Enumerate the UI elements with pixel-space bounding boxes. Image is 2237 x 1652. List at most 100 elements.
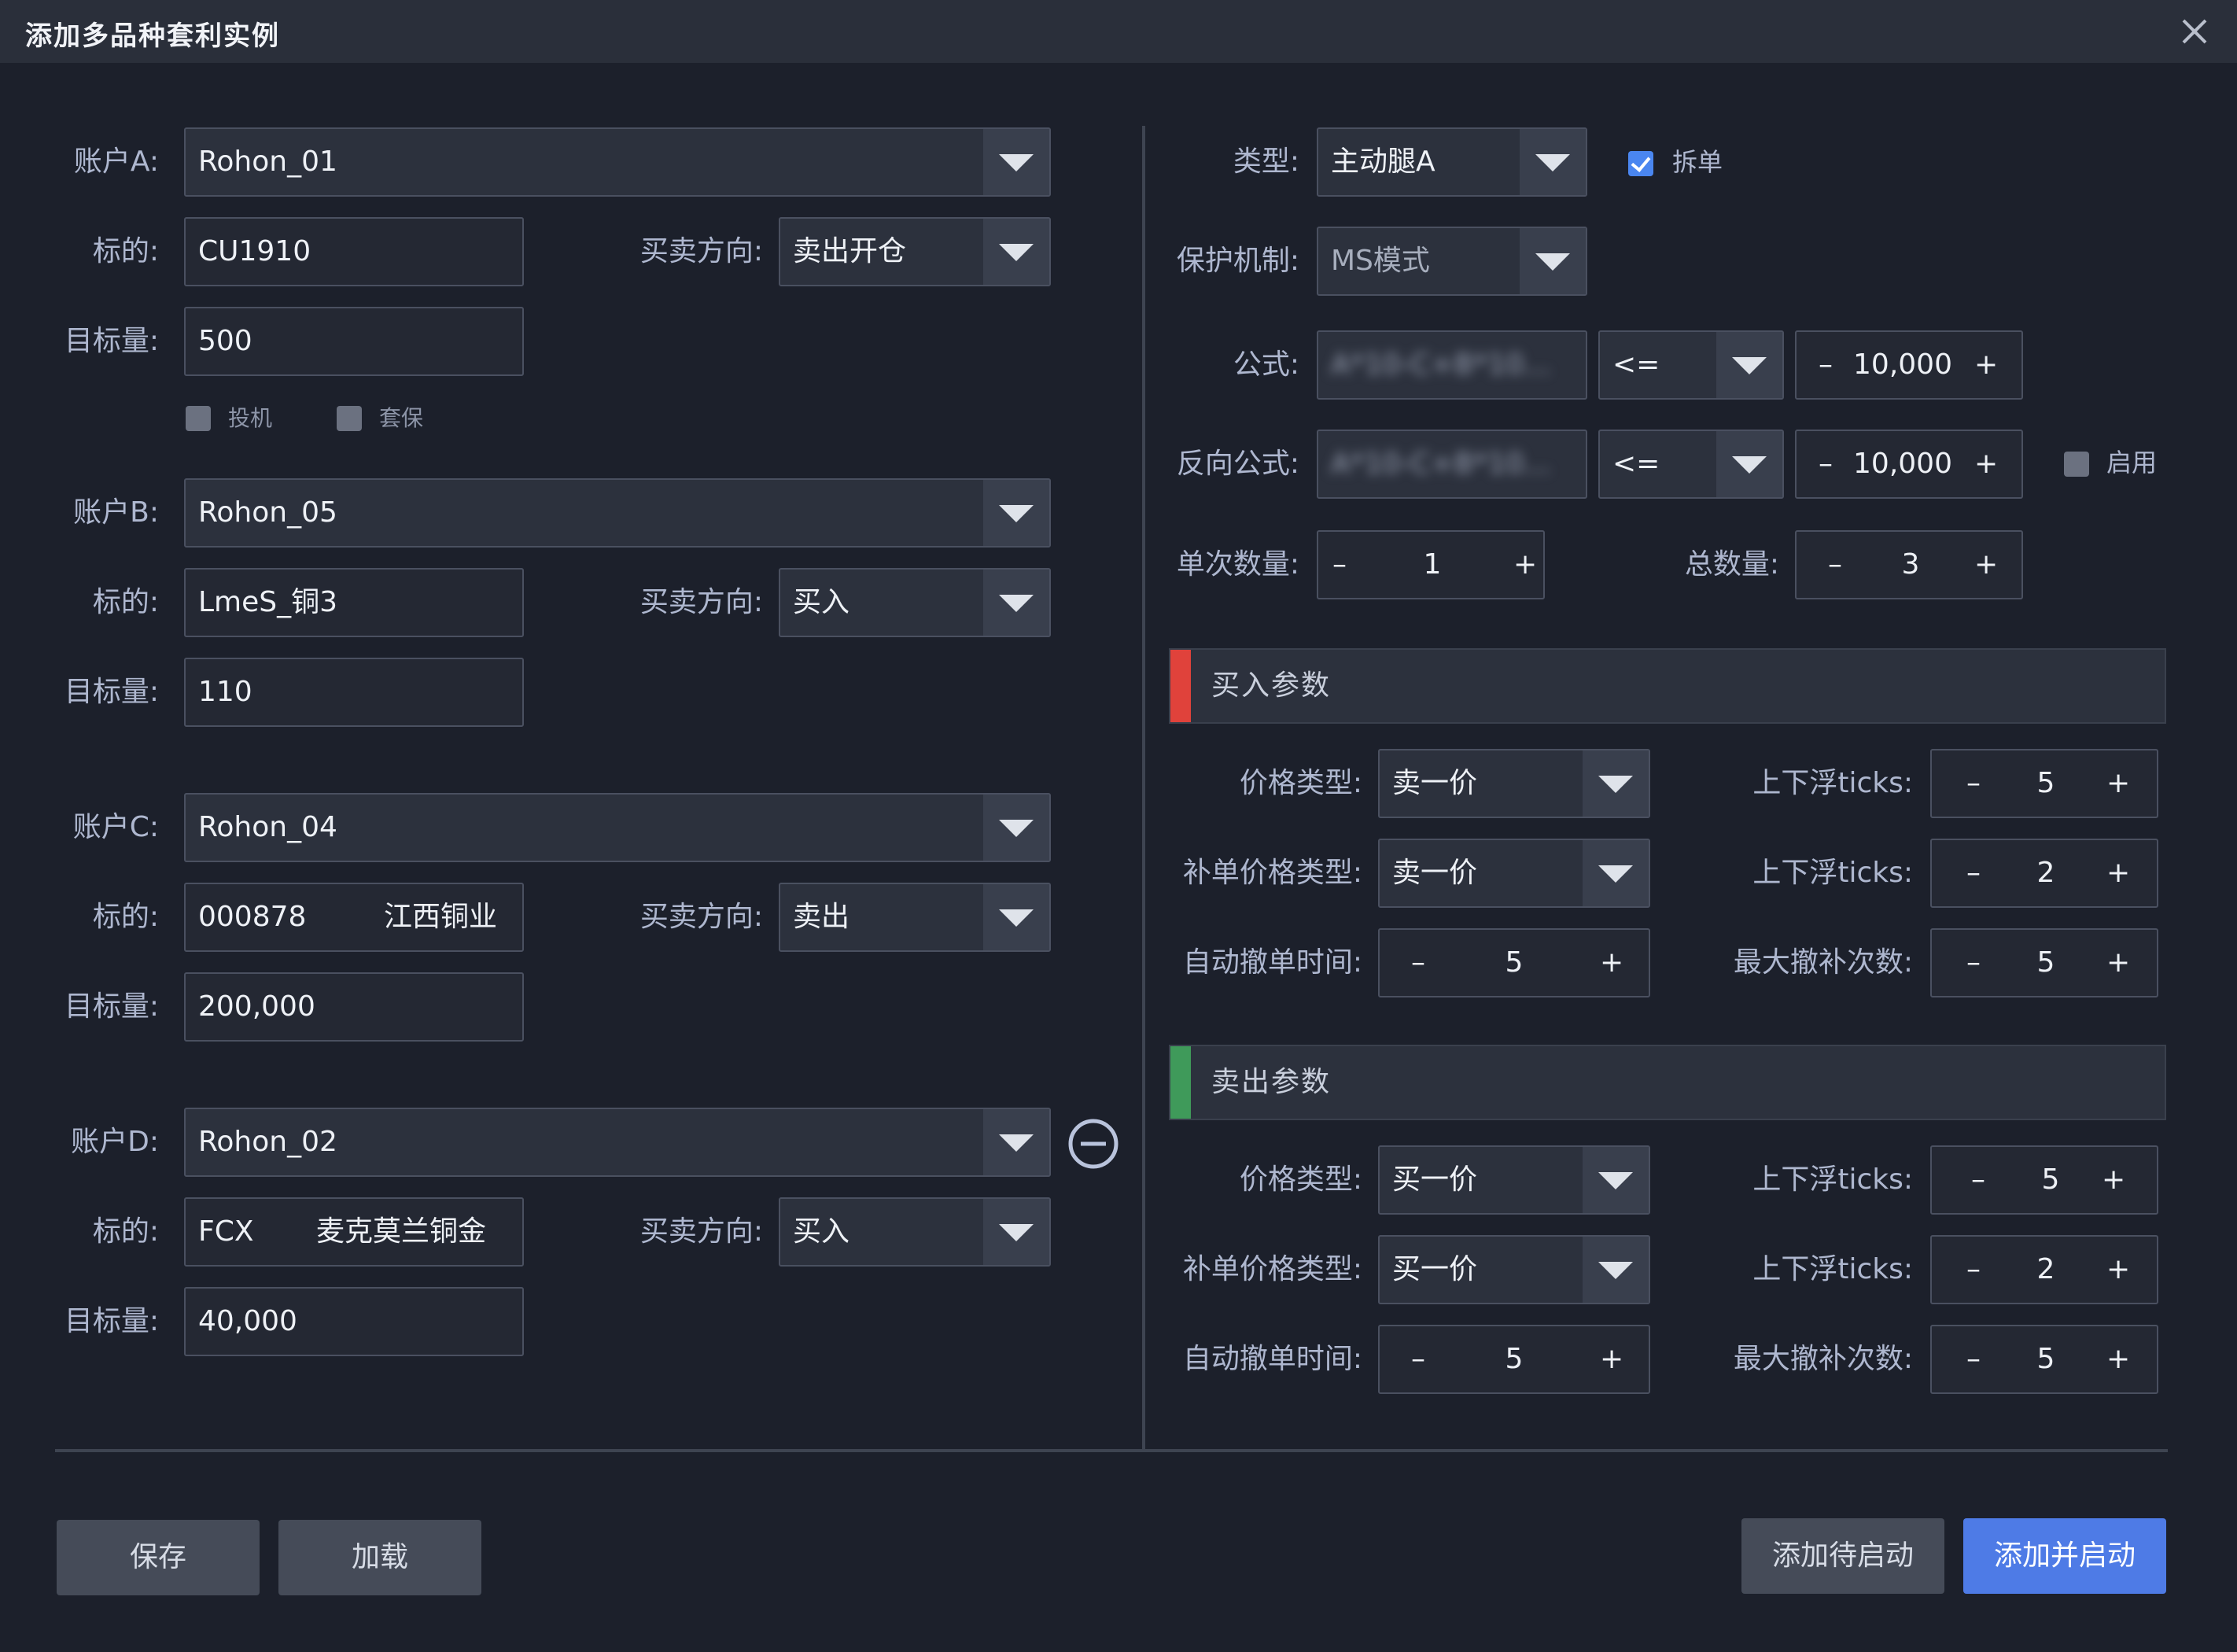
- buy-max-cancel-value[interactable]: 5: [1987, 930, 2105, 996]
- target-d-input[interactable]: 40,000: [184, 1287, 524, 1356]
- sell-refill-price-type-select[interactable]: 买一价: [1378, 1235, 1650, 1304]
- triangle-down-icon[interactable]: [1583, 1237, 1649, 1303]
- sell-price-type-select[interactable]: 买一价: [1378, 1145, 1650, 1215]
- add-pending-button[interactable]: 添加待启动: [1741, 1518, 1944, 1594]
- close-icon[interactable]: [2176, 13, 2213, 50]
- triangle-down-icon[interactable]: [1716, 332, 1782, 398]
- plus-button[interactable]: +: [2106, 840, 2130, 906]
- add-and-start-button[interactable]: 添加并启动: [1963, 1518, 2166, 1594]
- split-order-checkbox[interactable]: [1628, 151, 1653, 176]
- triangle-down-icon[interactable]: [983, 480, 1049, 546]
- buy-refill-price-type-select[interactable]: 卖一价: [1378, 839, 1650, 908]
- symbol-c-input[interactable]: 000878 江西铜业: [184, 883, 524, 952]
- triangle-down-icon[interactable]: [1716, 431, 1782, 497]
- buy-refill-ticks-value[interactable]: 2: [1987, 840, 2105, 906]
- account-d-select[interactable]: Rohon_02: [184, 1108, 1051, 1177]
- plus-button[interactable]: +: [1600, 1326, 1623, 1392]
- minus-button[interactable]: –: [1966, 1237, 1981, 1303]
- direction-c-select[interactable]: 卖出: [779, 883, 1051, 952]
- account-c-select[interactable]: Rohon_04: [184, 793, 1051, 862]
- enable-checkbox[interactable]: [2064, 452, 2089, 477]
- total-qty-value[interactable]: 3: [1852, 532, 1970, 598]
- reverse-threshold-stepper[interactable]: – 10,000 +: [1795, 430, 2023, 499]
- total-qty-stepper[interactable]: – 3 +: [1795, 530, 2023, 599]
- triangle-down-icon[interactable]: [1583, 750, 1649, 817]
- protect-select[interactable]: MS模式: [1317, 227, 1587, 296]
- buy-auto-cancel-value[interactable]: 5: [1450, 930, 1578, 996]
- direction-d-select[interactable]: 买入: [779, 1197, 1051, 1267]
- target-b-input[interactable]: 110: [184, 658, 524, 727]
- direction-a-select[interactable]: 卖出开仓: [779, 217, 1051, 286]
- load-button[interactable]: 加载: [278, 1520, 481, 1595]
- buy-ticks-stepper[interactable]: – 5 +: [1930, 749, 2158, 818]
- sell-ticks-stepper[interactable]: – 5 +: [1930, 1145, 2158, 1215]
- minus-button[interactable]: –: [1966, 840, 1981, 906]
- plus-button[interactable]: +: [1974, 431, 1998, 497]
- account-a-select[interactable]: Rohon_01: [184, 127, 1051, 197]
- buy-refill-ticks-stepper[interactable]: – 2 +: [1930, 839, 2158, 908]
- type-select[interactable]: 主动腿A: [1317, 127, 1587, 197]
- formula-threshold-value[interactable]: 10,000: [1844, 332, 1962, 398]
- plus-button[interactable]: +: [2106, 930, 2130, 996]
- plus-button[interactable]: +: [1974, 332, 1998, 398]
- direction-b-select[interactable]: 买入: [779, 568, 1051, 637]
- speculation-checkbox[interactable]: [186, 406, 211, 431]
- plus-button[interactable]: +: [2102, 1147, 2125, 1213]
- sell-max-cancel-value[interactable]: 5: [1987, 1326, 2105, 1392]
- minus-button[interactable]: –: [1411, 1326, 1425, 1392]
- minus-button[interactable]: –: [1966, 750, 1981, 817]
- minus-button[interactable]: –: [1332, 532, 1347, 598]
- triangle-down-icon[interactable]: [983, 1109, 1049, 1175]
- save-button[interactable]: 保存: [57, 1520, 260, 1595]
- triangle-down-icon[interactable]: [983, 795, 1049, 861]
- triangle-down-icon[interactable]: [983, 884, 1049, 950]
- reverse-threshold-value[interactable]: 10,000: [1844, 431, 1962, 497]
- formula-operator-select[interactable]: <=: [1598, 330, 1784, 400]
- triangle-down-icon[interactable]: [1583, 1147, 1649, 1213]
- plus-button[interactable]: +: [1974, 532, 1998, 598]
- reverse-operator-select[interactable]: <=: [1598, 430, 1784, 499]
- target-c-input[interactable]: 200,000: [184, 972, 524, 1042]
- formula-threshold-stepper[interactable]: – 10,000 +: [1795, 330, 2023, 400]
- symbol-b-input[interactable]: LmeS_铜3: [184, 568, 524, 637]
- sell-max-cancel-stepper[interactable]: – 5 +: [1930, 1325, 2158, 1394]
- plus-button[interactable]: +: [2106, 1237, 2130, 1303]
- minus-button[interactable]: –: [1819, 332, 1833, 398]
- target-a-input[interactable]: 500: [184, 307, 524, 376]
- plus-button[interactable]: +: [1600, 930, 1623, 996]
- triangle-down-icon[interactable]: [983, 129, 1049, 195]
- triangle-down-icon[interactable]: [983, 219, 1049, 285]
- single-qty-value[interactable]: 1: [1365, 532, 1499, 598]
- minus-button[interactable]: –: [1411, 930, 1425, 996]
- sell-auto-cancel-stepper[interactable]: – 5 +: [1378, 1325, 1650, 1394]
- account-b-select[interactable]: Rohon_05: [184, 478, 1051, 548]
- hedge-checkbox[interactable]: [337, 406, 362, 431]
- minus-button[interactable]: –: [1828, 532, 1842, 598]
- triangle-down-icon[interactable]: [1520, 228, 1586, 294]
- plus-button[interactable]: +: [2106, 1326, 2130, 1392]
- minus-button[interactable]: –: [1966, 930, 1981, 996]
- triangle-down-icon[interactable]: [983, 1199, 1049, 1265]
- triangle-down-icon[interactable]: [983, 570, 1049, 636]
- minus-button[interactable]: –: [1819, 431, 1833, 497]
- symbol-d-input[interactable]: FCX 麦克莫兰铜金: [184, 1197, 524, 1267]
- sell-refill-ticks-stepper[interactable]: – 2 +: [1930, 1235, 2158, 1304]
- buy-auto-cancel-stepper[interactable]: – 5 +: [1378, 928, 1650, 997]
- minus-button[interactable]: –: [1966, 1326, 1981, 1392]
- plus-button[interactable]: +: [2106, 750, 2130, 817]
- triangle-down-icon[interactable]: [1520, 129, 1586, 195]
- buy-max-cancel-stepper[interactable]: – 5 +: [1930, 928, 2158, 997]
- minus-button[interactable]: –: [1971, 1147, 1985, 1213]
- buy-price-type-select[interactable]: 卖一价: [1378, 749, 1650, 818]
- sell-auto-cancel-value[interactable]: 5: [1450, 1326, 1578, 1392]
- sell-refill-ticks-value[interactable]: 2: [1987, 1237, 2105, 1303]
- reverse-formula-input[interactable]: A*10-C+B*10...: [1317, 430, 1587, 499]
- formula-input[interactable]: A*10-C+B*10...: [1317, 330, 1587, 400]
- single-qty-stepper[interactable]: – 1 +: [1317, 530, 1545, 599]
- buy-ticks-value[interactable]: 5: [1987, 750, 2105, 817]
- symbol-a-input[interactable]: CU1910: [184, 217, 524, 286]
- plus-button[interactable]: +: [1513, 532, 1537, 598]
- minus-circle-icon[interactable]: [1067, 1117, 1120, 1171]
- triangle-down-icon[interactable]: [1583, 840, 1649, 906]
- sell-ticks-value[interactable]: 5: [1992, 1147, 2110, 1213]
